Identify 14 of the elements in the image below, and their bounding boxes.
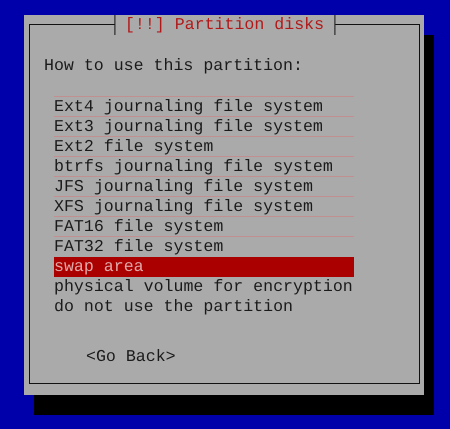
option-item[interactable]: JFS journaling file system: [54, 177, 354, 197]
dialog-title: [!!] Partition disks: [114, 15, 336, 35]
prompt-text: How to use this partition:: [44, 56, 304, 76]
option-item[interactable]: Ext4 journaling file system: [54, 97, 354, 117]
option-item[interactable]: btrfs journaling file system: [54, 157, 354, 177]
option-item[interactable]: XFS journaling file system: [54, 197, 354, 217]
option-item[interactable]: Ext2 file system: [54, 137, 354, 157]
option-item[interactable]: Ext3 journaling file system: [54, 117, 354, 137]
option-item[interactable]: FAT32 file system: [54, 237, 354, 257]
option-item[interactable]: swap area: [54, 257, 354, 277]
option-item[interactable]: FAT16 file system: [54, 217, 354, 237]
go-back-button[interactable]: <Go Back>: [86, 347, 176, 367]
option-item[interactable]: do not use the partition: [54, 297, 354, 317]
option-item[interactable]: physical volume for encryption: [54, 277, 354, 297]
